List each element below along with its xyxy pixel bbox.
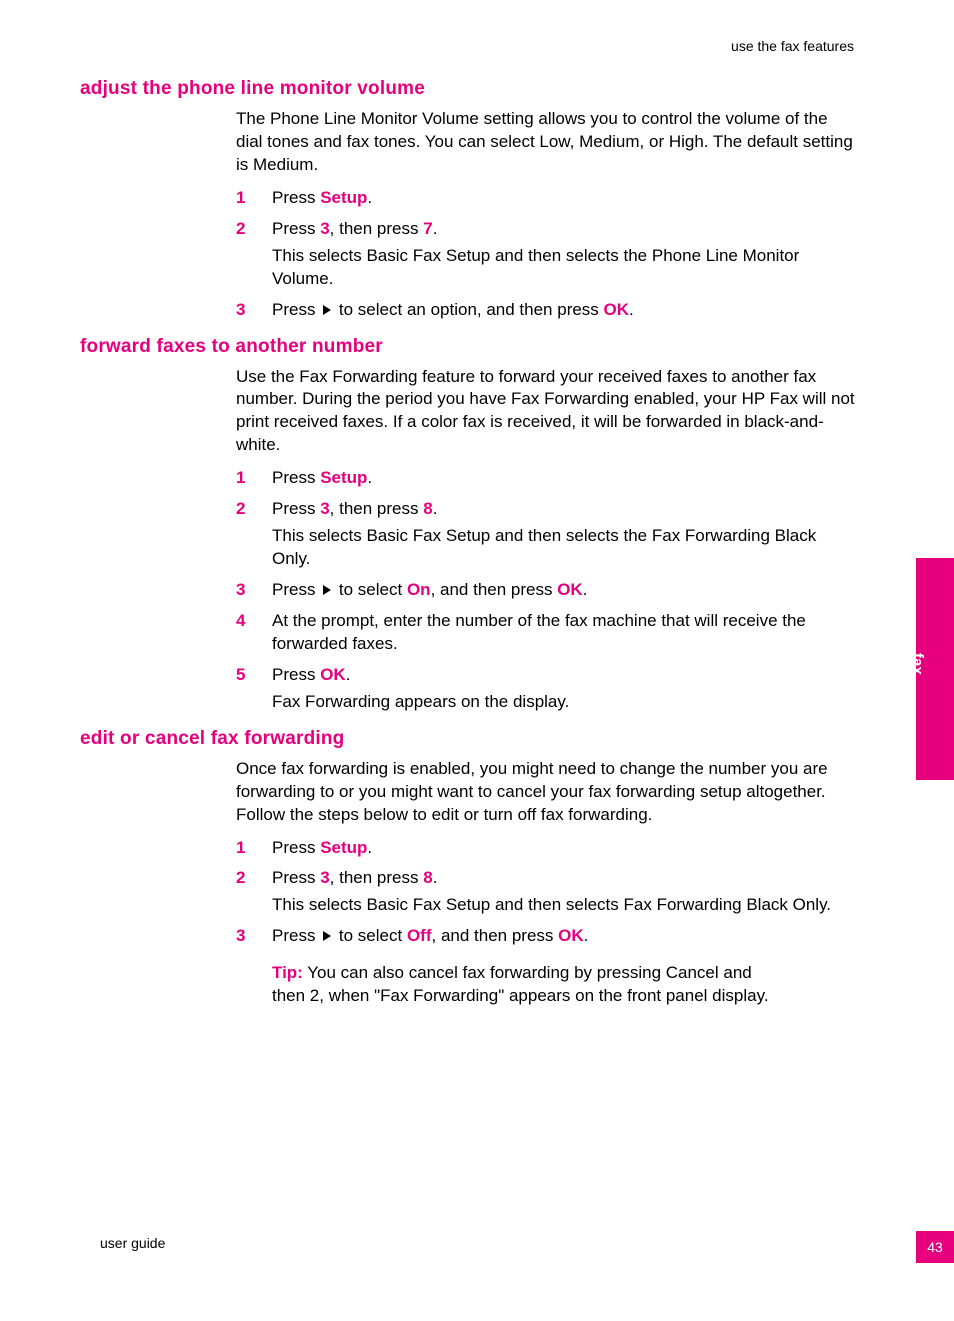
section-tab-label: fax [909, 653, 926, 675]
step: 2 Press 3, then press 7. This selects Ba… [236, 218, 858, 291]
section-3-steps: 1 Press Setup. 2 Press 3, then press 8. … [236, 837, 858, 949]
step-text: Press Setup. [272, 188, 372, 207]
step: 3 Press to select an option, and then pr… [236, 299, 858, 322]
step-sub: This selects Basic Fax Setup and then se… [272, 245, 858, 291]
right-arrow-icon [323, 931, 331, 941]
step: 1 Press Setup. [236, 187, 858, 210]
step: 2 Press 3, then press 8. This selects Ba… [236, 498, 858, 571]
step-text: Press 3, then press 7. [272, 219, 437, 238]
section-3-intro: Once fax forwarding is enabled, you migh… [236, 758, 858, 827]
step-sub: Fax Forwarding appears on the display. [272, 691, 858, 714]
step-text: Press Setup. [272, 468, 372, 487]
step-text: Press Setup. [272, 838, 372, 857]
step-sub: This selects Basic Fax Setup and then se… [272, 894, 858, 917]
step-text: Press to select an option, and then pres… [272, 300, 634, 319]
step-text: Press 3, then press 8. [272, 499, 437, 518]
step: 4 At the prompt, enter the number of the… [236, 610, 858, 656]
step-number: 3 [236, 579, 245, 602]
section-heading-1: adjust the phone line monitor volume [80, 78, 858, 100]
step: 3 Press to select Off, and then press OK… [236, 925, 858, 948]
section-tab: fax [916, 558, 954, 780]
page-content: adjust the phone line monitor volume The… [158, 68, 858, 1008]
step: 3 Press to select On, and then press OK. [236, 579, 858, 602]
step: 2 Press 3, then press 8. This selects Ba… [236, 867, 858, 917]
section-1-intro: The Phone Line Monitor Volume setting al… [236, 108, 858, 177]
step-number: 2 [236, 498, 245, 521]
step-text: Press OK. [272, 665, 350, 684]
tip-text: You can also cancel fax forwarding by pr… [272, 963, 769, 1005]
section-heading-2: forward faxes to another number [80, 336, 858, 358]
step-number: 1 [236, 837, 245, 860]
step: 5 Press OK. Fax Forwarding appears on th… [236, 664, 858, 714]
step: 1 Press Setup. [236, 837, 858, 860]
running-header: use the fax features [731, 38, 854, 54]
page-number: 43 [916, 1231, 954, 1263]
step-text: Press 3, then press 8. [272, 868, 437, 887]
step-number: 4 [236, 610, 245, 633]
step-number: 2 [236, 867, 245, 890]
right-arrow-icon [323, 305, 331, 315]
footer-left: user guide [100, 1235, 165, 1251]
step-number: 5 [236, 664, 245, 687]
section-1-steps: 1 Press Setup. 2 Press 3, then press 7. … [236, 187, 858, 322]
section-heading-3: edit or cancel fax forwarding [80, 728, 858, 750]
right-arrow-icon [323, 585, 331, 595]
step-number: 1 [236, 187, 245, 210]
step-number: 1 [236, 467, 245, 490]
step-text: Press to select Off, and then press OK. [272, 926, 588, 945]
step: 1 Press Setup. [236, 467, 858, 490]
step-text: At the prompt, enter the number of the f… [272, 611, 806, 653]
step-number: 3 [236, 925, 245, 948]
step-number: 2 [236, 218, 245, 241]
tip-label: Tip: [272, 963, 303, 982]
step-number: 3 [236, 299, 245, 322]
section-2-intro: Use the Fax Forwarding feature to forwar… [236, 366, 858, 458]
step-sub: This selects Basic Fax Setup and then se… [272, 525, 858, 571]
section-2-steps: 1 Press Setup. 2 Press 3, then press 8. … [236, 467, 858, 713]
step-text: Press to select On, and then press OK. [272, 580, 587, 599]
tip-block: Tip: You can also cancel fax forwarding … [272, 962, 782, 1008]
